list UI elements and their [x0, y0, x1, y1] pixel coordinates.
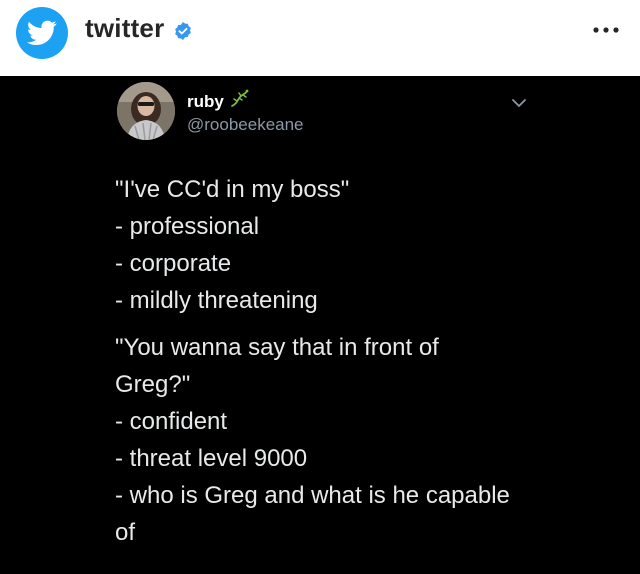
author-photo: [117, 82, 175, 140]
lizard-icon: [231, 89, 249, 107]
tweet-screenshot: ruby @roobeekeane "I've CC'd in my boss"…: [0, 76, 640, 574]
post-view: twitter ruby @roobeekeane "I've CC'd in …: [0, 0, 640, 574]
tweet-line: "I've CC'd in my boss": [115, 176, 350, 203]
tweet-line: - who is Greg and what is he capable: [115, 482, 510, 509]
tweet-text: "I've CC'd in my boss" - professional - …: [115, 171, 545, 551]
tweet-line: of: [115, 519, 136, 546]
author-handle[interactable]: @roobeekeane: [187, 115, 304, 135]
tweet-line: - threat level 9000: [115, 445, 308, 472]
tweet-paragraph: "I've CC'd in my boss" - professional - …: [115, 171, 545, 319]
tweet-line: - corporate: [115, 250, 232, 277]
tweet-paragraph: "You wanna say that in front of Greg?" -…: [115, 329, 545, 551]
verified-badge-icon: [175, 22, 191, 40]
tweet-line: - mildly threatening: [115, 287, 318, 314]
author-name[interactable]: ruby: [187, 92, 224, 112]
post-header: twitter: [0, 0, 640, 76]
chevron-down-icon[interactable]: [510, 96, 528, 110]
more-options-icon[interactable]: [586, 20, 626, 40]
author-avatar[interactable]: [117, 82, 175, 140]
account-avatar[interactable]: [16, 7, 68, 59]
tweet-line: Greg?": [115, 371, 191, 398]
tweet-line: - confident: [115, 408, 228, 435]
tweet-line: - professional: [115, 213, 260, 240]
account-name[interactable]: twitter: [85, 13, 164, 44]
twitter-bird-icon: [27, 20, 57, 45]
tweet-line: "You wanna say that in front of: [115, 334, 439, 361]
